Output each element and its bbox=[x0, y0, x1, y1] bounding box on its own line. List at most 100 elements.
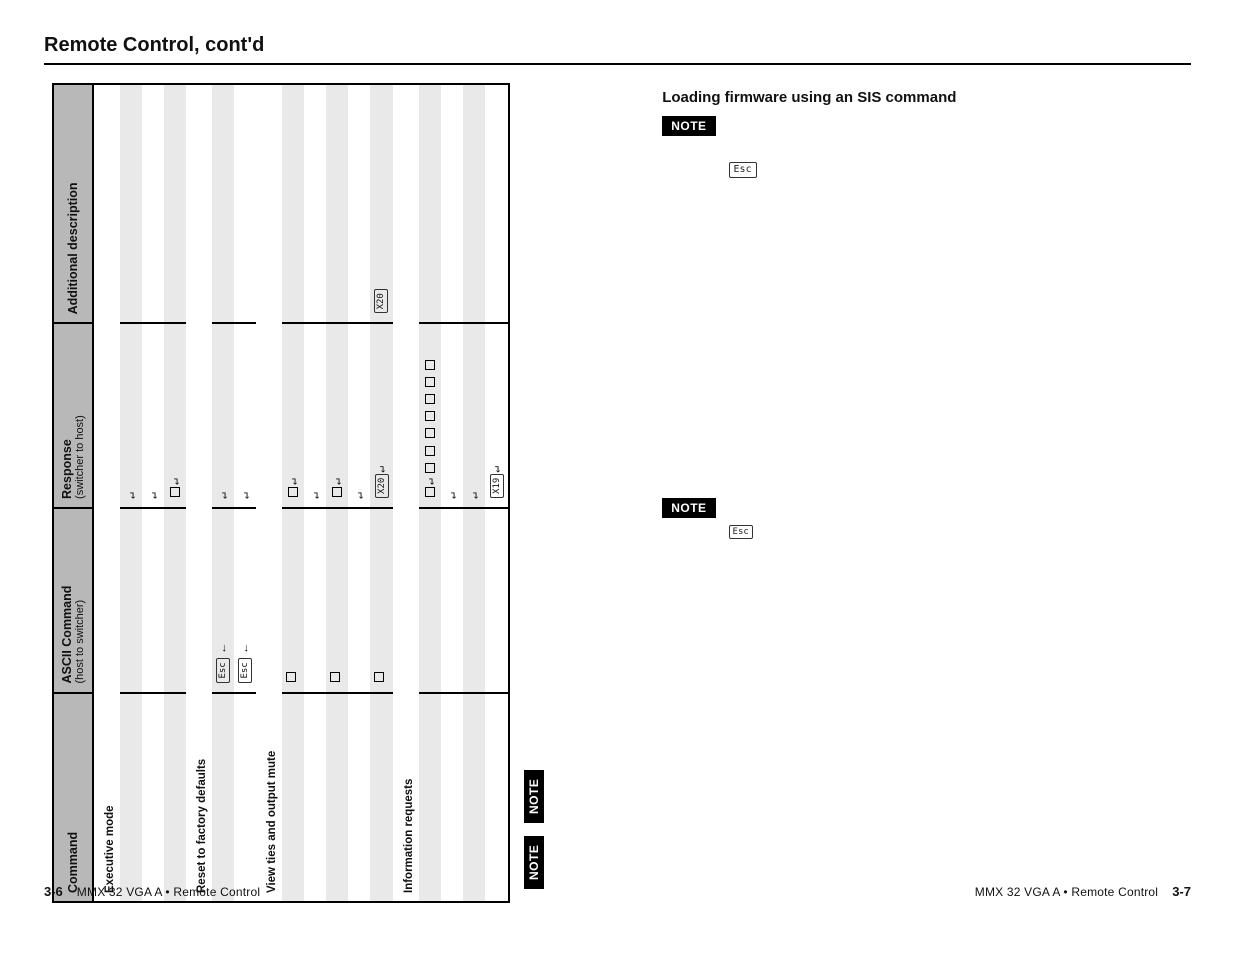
cell-ascii: Esc ← bbox=[234, 508, 256, 693]
cell-resp: ↵ bbox=[282, 323, 304, 508]
esc-key-icon: Esc bbox=[238, 658, 252, 682]
cell-cmd bbox=[326, 693, 348, 902]
cell-ascii: Esc ← bbox=[212, 508, 234, 693]
var-icon: X20 bbox=[374, 289, 388, 313]
cell-desc bbox=[164, 84, 186, 323]
cell-cmd bbox=[142, 693, 164, 902]
placeholder-box-icon bbox=[425, 428, 435, 438]
cell-resp: X20↵ bbox=[370, 323, 393, 508]
note-label: NOTE bbox=[524, 836, 544, 889]
var-icon: X20 bbox=[375, 474, 389, 498]
cell-ascii bbox=[164, 508, 186, 693]
cell-cmd bbox=[485, 693, 509, 902]
right-page: Loading firmware using an SIS command NO… bbox=[642, 71, 1235, 911]
rotated-table: Command ASCII Command (host to switcher)… bbox=[52, 83, 510, 903]
placeholder-box-icon bbox=[425, 487, 435, 497]
cell-resp: ↵ bbox=[441, 323, 463, 508]
cell-cmd bbox=[463, 693, 485, 902]
cell-desc bbox=[212, 84, 234, 323]
th-ascii-label: ASCII Command bbox=[60, 586, 74, 684]
rotated-table-container: Command ASCII Command (host to switcher)… bbox=[44, 83, 634, 911]
return-icon: ↵ bbox=[146, 492, 160, 499]
cell-resp: ↵ bbox=[234, 323, 256, 508]
right-heading: Loading firmware using an SIS command bbox=[662, 89, 1191, 106]
th-resp: Response (switcher to host) bbox=[53, 323, 93, 508]
return-icon: ↵ bbox=[445, 492, 459, 499]
return-icon: ↵ bbox=[238, 492, 252, 499]
page-number-left: 3-6 bbox=[44, 884, 63, 899]
th-ascii: ASCII Command (host to switcher) bbox=[53, 508, 93, 693]
cell-desc bbox=[326, 84, 348, 323]
note-label: NOTE bbox=[662, 498, 715, 518]
cell-desc bbox=[304, 84, 326, 323]
page-number-right: 3-7 bbox=[1172, 884, 1191, 899]
spread: Command ASCII Command (host to switcher)… bbox=[0, 71, 1235, 911]
cell-cmd bbox=[304, 693, 326, 902]
placeholder-box-icon bbox=[425, 463, 435, 473]
cell-cmd bbox=[212, 693, 234, 902]
placeholder-box-icon bbox=[374, 672, 384, 682]
left-page: Command ASCII Command (host to switcher)… bbox=[0, 71, 642, 911]
cell-resp: ↵ bbox=[326, 323, 348, 508]
cell-ascii bbox=[441, 508, 463, 693]
cell-desc bbox=[348, 84, 370, 323]
cell-cmd bbox=[419, 693, 441, 902]
page-header: Remote Control, cont'd bbox=[0, 0, 1235, 71]
cell-resp: ↵ bbox=[348, 323, 370, 508]
cell-desc bbox=[282, 84, 304, 323]
placeholder-box-icon bbox=[425, 377, 435, 387]
footer-text-right: MMX 32 VGA A • Remote Control bbox=[975, 885, 1158, 899]
placeholder-box-icon bbox=[286, 672, 296, 682]
cell-desc: X20 bbox=[370, 84, 393, 323]
esc-line-2: Esc bbox=[728, 524, 754, 539]
esc-key-icon: Esc bbox=[729, 525, 753, 539]
placeholder-box-icon bbox=[425, 394, 435, 404]
note-label: NOTE bbox=[524, 770, 544, 823]
cell-cmd bbox=[234, 693, 256, 902]
th-desc: Additional description bbox=[53, 84, 93, 323]
return-icon: ↵ bbox=[330, 478, 344, 485]
return-icon: ↵ bbox=[352, 492, 366, 499]
cell-resp: ↵ bbox=[164, 323, 186, 508]
cell-resp: X19↵ bbox=[485, 323, 509, 508]
cell-ascii bbox=[348, 508, 370, 693]
section-header: Executive mode bbox=[93, 84, 120, 902]
return-icon: ↵ bbox=[124, 492, 138, 499]
section-header: Information requests bbox=[393, 84, 419, 902]
placeholder-box-icon bbox=[332, 487, 342, 497]
cell-cmd bbox=[164, 693, 186, 902]
esc-key-icon: Esc bbox=[216, 658, 230, 682]
cell-ascii bbox=[142, 508, 164, 693]
th-ascii-sub: (host to switcher) bbox=[74, 517, 86, 684]
cell-ascii bbox=[485, 508, 509, 693]
return-icon: ↵ bbox=[216, 492, 230, 499]
left-note-1: NOTE bbox=[524, 770, 544, 823]
cell-resp: ↵ bbox=[142, 323, 164, 508]
cell-desc bbox=[441, 84, 463, 323]
note-body-1: Esc bbox=[728, 116, 758, 178]
esc-line-1: Esc bbox=[728, 162, 758, 178]
placeholder-box-icon bbox=[288, 487, 298, 497]
placeholder-box-icon bbox=[330, 672, 340, 682]
cell-resp: ↵ bbox=[304, 323, 326, 508]
cell-cmd bbox=[441, 693, 463, 902]
th-command: Command bbox=[53, 693, 93, 902]
return-icon: ↵ bbox=[423, 478, 437, 485]
footer-right: MMX 32 VGA A • Remote Control 3-7 bbox=[975, 884, 1191, 899]
left-notes: NOTE NOTE bbox=[524, 823, 577, 909]
th-desc-label: Additional description bbox=[66, 182, 80, 314]
cell-desc bbox=[419, 84, 441, 323]
sis-command-table: Command ASCII Command (host to switcher)… bbox=[52, 83, 510, 903]
cell-resp: ↵ bbox=[419, 323, 441, 508]
th-resp-sub: (switcher to host) bbox=[74, 332, 86, 499]
return-icon: ↵ bbox=[286, 478, 300, 485]
var-icon: X19 bbox=[490, 474, 504, 498]
cell-cmd bbox=[348, 693, 370, 902]
cell-ascii bbox=[419, 508, 441, 693]
cell-resp: ↵ bbox=[212, 323, 234, 508]
placeholder-box-icon bbox=[425, 360, 435, 370]
return-icon: ↵ bbox=[374, 466, 388, 473]
cell-cmd bbox=[120, 693, 142, 902]
esc-key-icon: Esc bbox=[729, 162, 757, 178]
cell-ascii bbox=[326, 508, 348, 693]
